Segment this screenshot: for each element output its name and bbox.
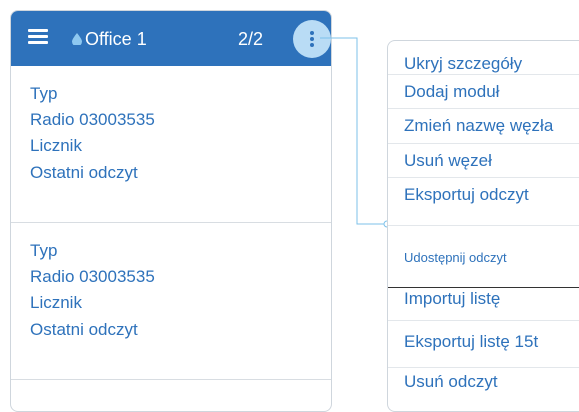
node-card: Office 1 2/2 Typ Radio 03003535 Licznik … bbox=[10, 10, 332, 412]
menu-item-delete-node[interactable]: Usuń węzeł bbox=[388, 143, 579, 178]
menu-item-add-module[interactable]: Dodaj moduł bbox=[388, 74, 579, 109]
item-type: Typ bbox=[30, 84, 58, 103]
menu-item-export-reading[interactable]: Eksportuj odczyt bbox=[388, 177, 579, 226]
context-menu: Ukryj szczegóły Dodaj moduł Zmień nazwę … bbox=[387, 40, 579, 412]
menu-item-hide-details[interactable]: Ukryj szczegóły bbox=[388, 41, 579, 75]
item-radio: Radio 03003535 bbox=[30, 110, 155, 129]
hamburger-icon[interactable] bbox=[28, 29, 48, 45]
item-type: Typ bbox=[30, 241, 58, 260]
menu-item-share-reading[interactable]: Udostępnij odczyt bbox=[388, 225, 579, 288]
menu-item-rename-node[interactable]: Zmień nazwę węzła bbox=[388, 108, 579, 144]
item-meter: Licznik bbox=[30, 136, 82, 155]
more-vertical-icon[interactable] bbox=[293, 20, 331, 58]
item-meter: Licznik bbox=[30, 293, 82, 312]
list-item[interactable]: Typ Radio 03003535 Licznik Ostatni odczy… bbox=[11, 66, 331, 223]
menu-item-delete-reading[interactable]: Usuń odczyt bbox=[388, 367, 579, 411]
item-last-reading: Ostatni odczyt bbox=[30, 163, 138, 182]
node-title: Office 1 bbox=[85, 29, 147, 49]
menu-item-import-list[interactable]: Importuj listę bbox=[388, 287, 579, 321]
card-header: Office 1 2/2 bbox=[11, 11, 331, 66]
item-radio: Radio 03003535 bbox=[30, 267, 155, 286]
item-last-reading: Ostatni odczyt bbox=[30, 320, 138, 339]
list-item[interactable]: Typ Radio 03003535 Licznik Ostatni odczy… bbox=[11, 223, 331, 380]
water-drop-icon bbox=[72, 33, 82, 45]
page-counter: 2/2 bbox=[238, 29, 264, 49]
menu-item-export-list-15t[interactable]: Eksportuj listę 15t bbox=[388, 320, 579, 368]
